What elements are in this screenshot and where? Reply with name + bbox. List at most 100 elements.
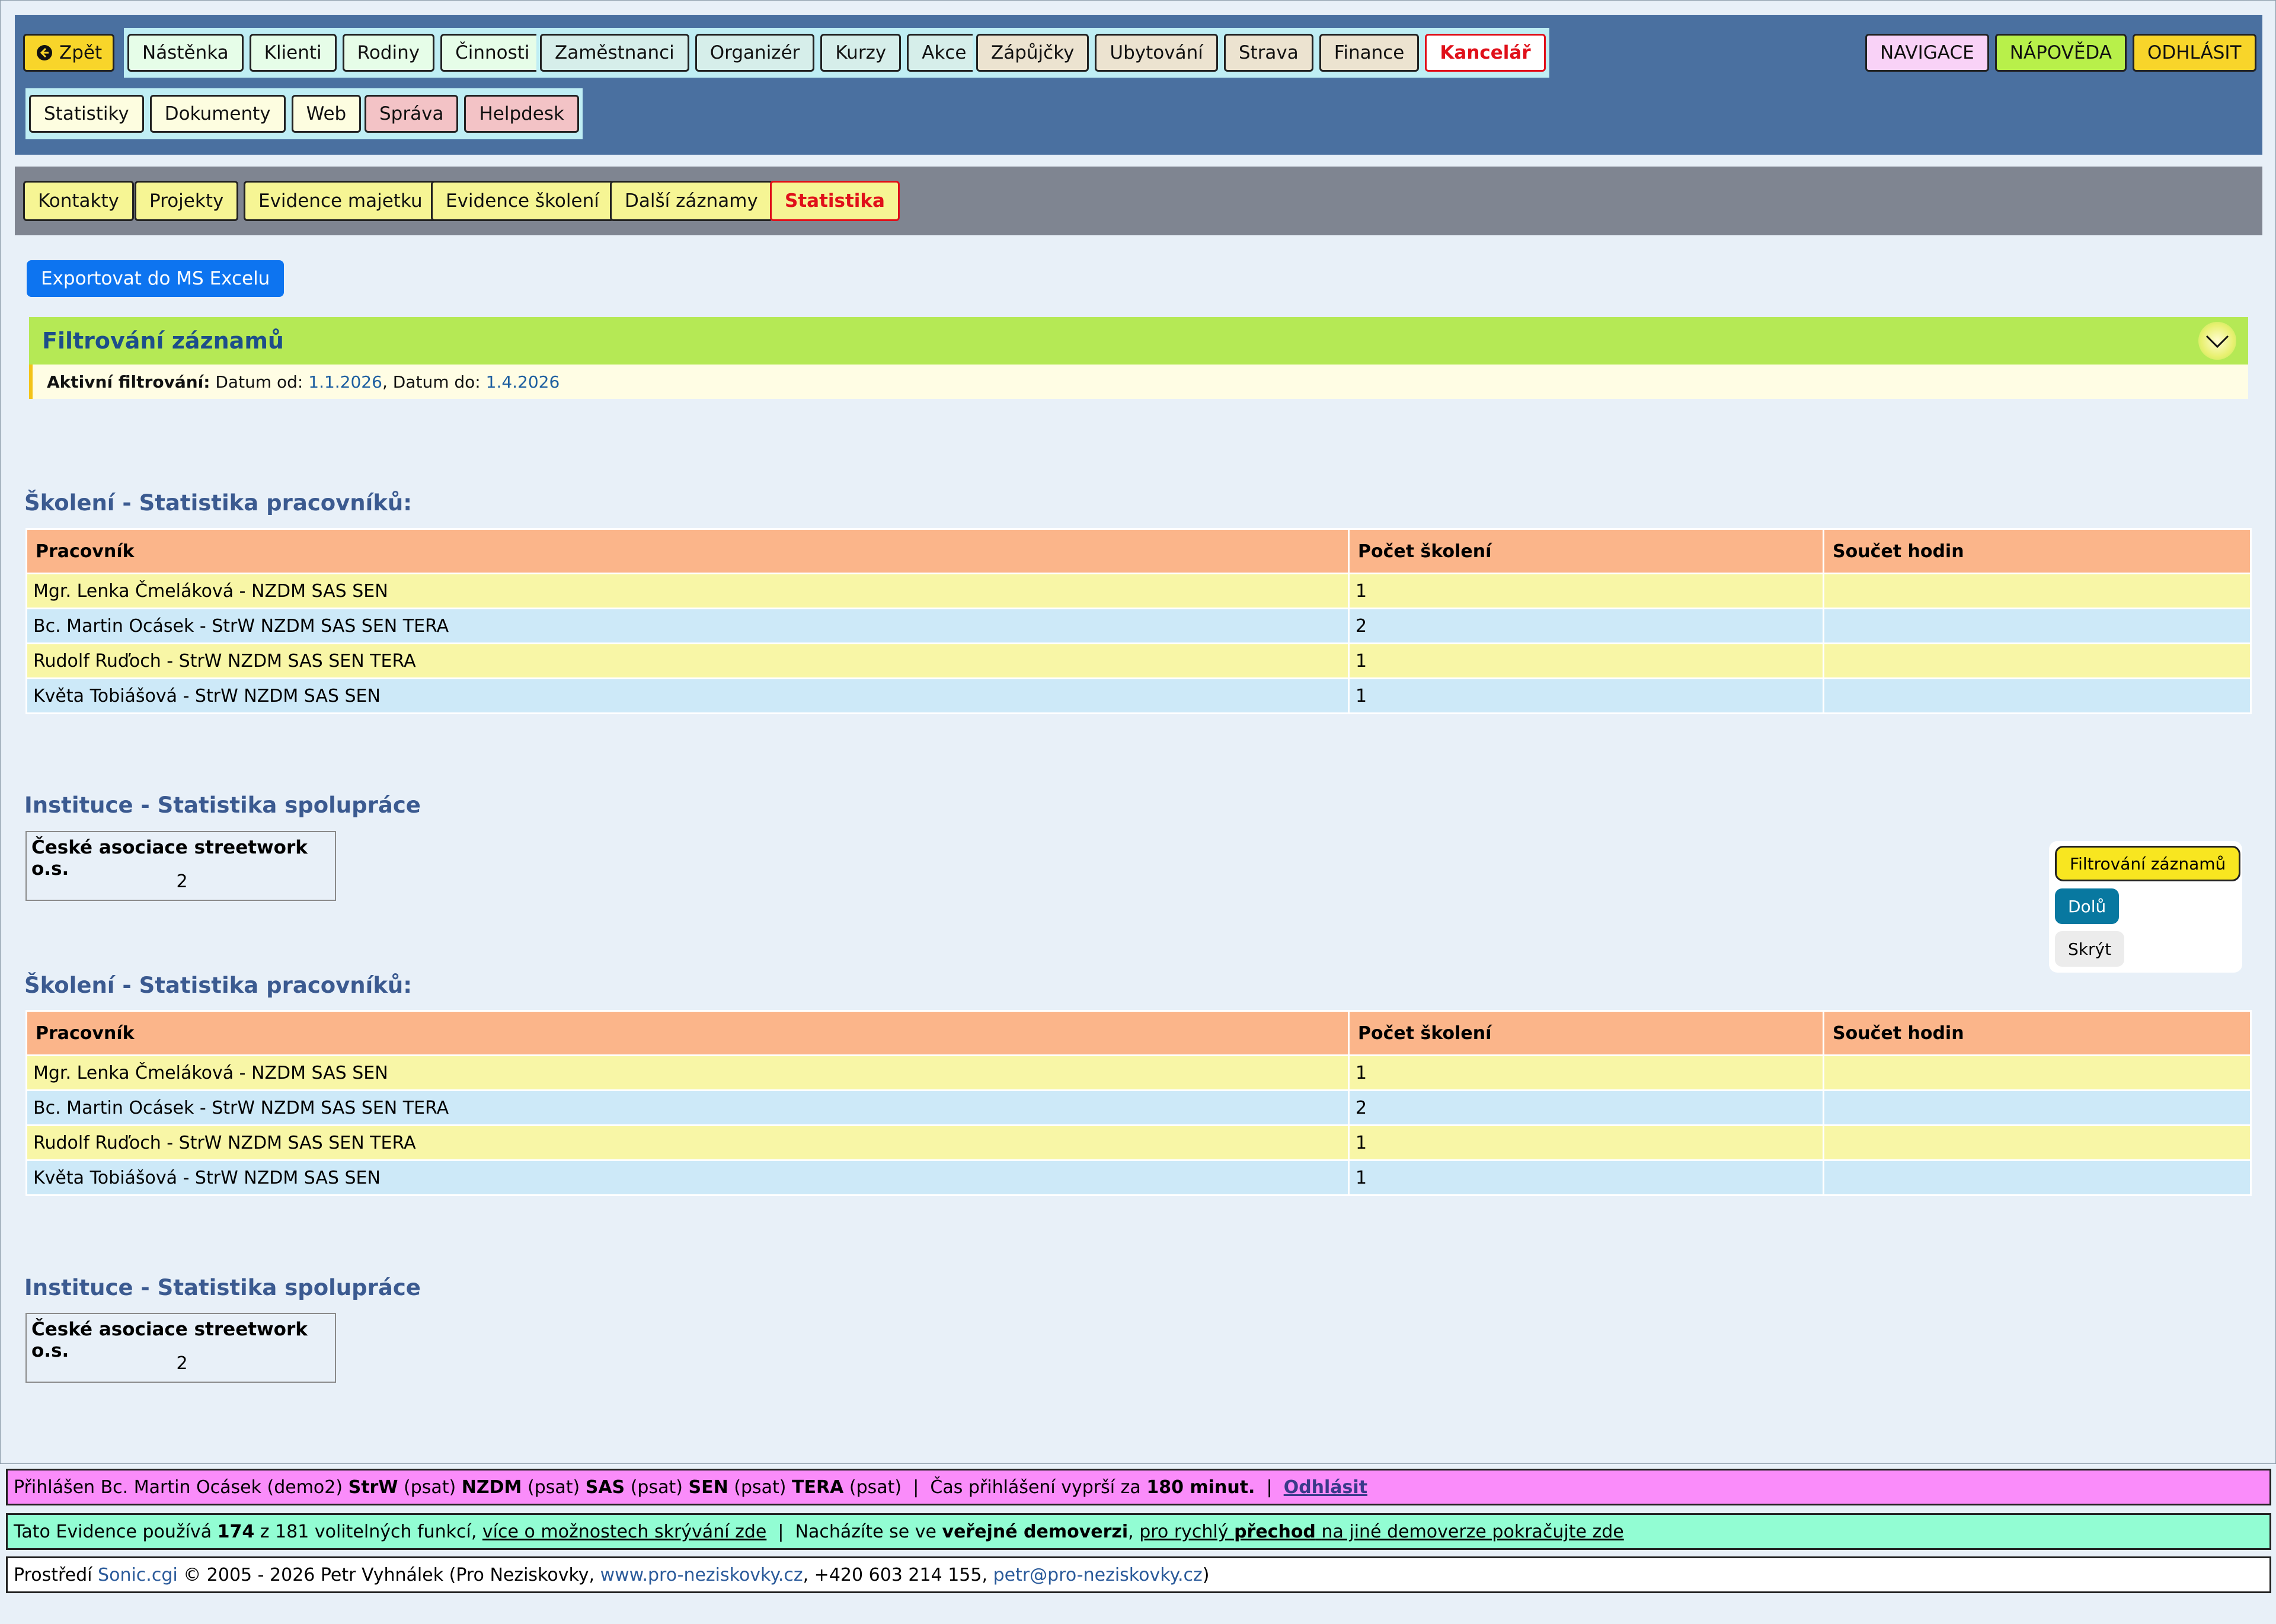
nav-item-kurzy[interactable]: Kurzy: [820, 34, 902, 72]
session-expire-value: 180 minut.: [1146, 1476, 1255, 1498]
separator: ,: [382, 372, 388, 392]
demo-link-text: pro rychlý: [1139, 1521, 1229, 1542]
nav-group-clients: Nástěnka Klienti Rodiny Činnosti: [124, 28, 548, 78]
floating-quick-panel: Filtrování záznamů Dolů Skrýt: [2049, 841, 2242, 973]
table-row: Květa Tobiášová - StrW NZDM SAS SEN 1: [25, 1159, 2252, 1196]
cell-count: 2: [1348, 1089, 1824, 1126]
role-code: SAS: [585, 1476, 625, 1498]
training-stats-table: Pracovník Počet školení Součet hodin Mgr…: [25, 528, 2252, 714]
tab-kontakty[interactable]: Kontakty: [23, 181, 135, 221]
cell-worker: Mgr. Lenka Čmeláková - NZDM SAS SEN: [25, 1054, 1350, 1091]
demo-switch-link[interactable]: pro rychlý přechod na jiné demoverze pok…: [1139, 1521, 1624, 1542]
nav-item-dokumenty[interactable]: Dokumenty: [149, 95, 286, 133]
cell-count: 1: [1348, 677, 1824, 714]
tab-statistika[interactable]: Statistika: [770, 181, 900, 221]
nav-group-office: Zápůjčky Ubytování Strava Finance Kancel…: [973, 28, 1549, 78]
nav-item-rodiny[interactable]: Rodiny: [342, 34, 435, 72]
separator: |: [1266, 1476, 1273, 1498]
nav-group-admin: Správa Helpdesk: [361, 88, 583, 139]
logout-top-button[interactable]: ODHLÁSIT: [2132, 34, 2256, 72]
nav-item-nastenka[interactable]: Nástěnka: [127, 34, 244, 72]
cell-worker: Květa Tobiášová - StrW NZDM SAS SEN: [25, 677, 1350, 714]
back-button[interactable]: Zpět: [23, 34, 115, 72]
cell-count: 1: [1348, 1054, 1824, 1091]
tab-dalsi-zaznamy[interactable]: Další záznamy: [610, 181, 773, 221]
role-note: (psat): [630, 1476, 683, 1498]
export-excel-button[interactable]: Exportovat do MS Excelu: [27, 260, 284, 297]
app-link[interactable]: Sonic.cgi: [98, 1565, 178, 1585]
column-header: Pracovník: [25, 1010, 1350, 1056]
date-from-label: Datum od:: [215, 372, 303, 392]
session-expire-label: Čas přihlášení vyprší za: [930, 1476, 1141, 1498]
cell-hours: [1823, 642, 2252, 679]
nav-item-statistiky[interactable]: Statistiky: [29, 95, 144, 133]
filter-toggle[interactable]: [2198, 322, 2236, 360]
role-code: NZDM: [461, 1476, 522, 1498]
scroll-down-button[interactable]: Dolů: [2055, 888, 2120, 924]
date-to-label: Datum do:: [392, 372, 481, 392]
cell-count: 1: [1348, 1124, 1824, 1161]
features-info-bar: Tato Evidence používá 174 z 181 voliteln…: [6, 1513, 2271, 1550]
nav-item-sprava[interactable]: Správa: [365, 95, 459, 133]
hide-panel-button[interactable]: Skrýt: [2055, 931, 2125, 967]
tab-projekty[interactable]: Projekty: [135, 181, 239, 221]
cell-worker: Bc. Martin Ocásek - StrW NZDM SAS SEN TE…: [25, 608, 1350, 644]
nav-item-zapujcky[interactable]: Zápůjčky: [976, 34, 1089, 72]
features-link[interactable]: více o možnostech skrývání zde: [482, 1521, 766, 1542]
nav-item-kancelar[interactable]: Kancelář: [1425, 34, 1546, 72]
separator: |: [913, 1476, 919, 1498]
tab-evidence-majetku[interactable]: Evidence majetku: [244, 181, 437, 221]
nav-item-finance[interactable]: Finance: [1319, 34, 1420, 72]
cell-worker: Mgr. Lenka Čmeláková - NZDM SAS SEN: [25, 573, 1350, 609]
role-note: (psat): [527, 1476, 580, 1498]
nav-item-helpdesk[interactable]: Helpdesk: [464, 95, 579, 133]
nav-group-staff: Zaměstnanci Organizér Kurzy Akce: [536, 28, 985, 78]
role-note: (psat): [734, 1476, 787, 1498]
website-link[interactable]: www.pro-neziskovky.cz: [600, 1565, 803, 1585]
column-header: Pracovník: [25, 528, 1350, 574]
page: Zpět Nástěnka Klienti Rodiny Činnosti Za…: [0, 0, 2276, 1464]
filter-panel-header[interactable]: Filtrování záznamů: [29, 317, 2248, 365]
cell-worker: Rudolf Ruďoch - StrW NZDM SAS SEN TERA: [25, 1124, 1350, 1161]
help-button[interactable]: NÁPOVĚDA: [1994, 34, 2127, 72]
nav-item-zamestnanci[interactable]: Zaměstnanci: [540, 34, 689, 72]
logout-link[interactable]: Odhlásit: [1284, 1477, 1367, 1498]
active-filter-summary: Aktivní filtrování: Datum od: 1.1.2026, …: [29, 365, 2248, 399]
credits-phone: , +420 603 214 155,: [803, 1564, 988, 1585]
tab-evidence-skoleni[interactable]: Evidence školení: [431, 181, 614, 221]
cell-hours: [1823, 1124, 2252, 1161]
nav-item-ubytovani[interactable]: Ubytování: [1095, 34, 1218, 72]
nav-item-cinnosti[interactable]: Činnosti: [440, 34, 545, 72]
nav-item-akce[interactable]: Akce: [907, 34, 982, 72]
nav-item-web[interactable]: Web: [291, 95, 362, 133]
table-header-row: Pracovník Počet školení Součet hodin: [25, 1010, 2252, 1056]
nav-item-organizer[interactable]: Organizér: [695, 34, 815, 72]
nav-item-strava[interactable]: Strava: [1223, 34, 1313, 72]
training-stats-title: Školení - Statistika pracovníků:: [24, 490, 413, 516]
navigation-button[interactable]: NAVIGACE: [1865, 34, 1989, 72]
nav-item-klienti[interactable]: Klienti: [249, 34, 337, 72]
cell-worker: Květa Tobiášová - StrW NZDM SAS SEN: [25, 1159, 1350, 1196]
filter-panel-title: Filtrování záznamů: [42, 328, 284, 354]
cell-hours: [1823, 1089, 2252, 1126]
float-filter-button[interactable]: Filtrování záznamů: [2055, 846, 2241, 881]
cell-hours: [1823, 1159, 2252, 1196]
credits-bar: Prostředí Sonic.cgi © 2005 - 2026 Petr V…: [6, 1556, 2271, 1593]
email-link[interactable]: petr@pro-neziskovky.cz: [993, 1565, 1203, 1585]
institution-stats-title: Instituce - Statistika spolupráce: [24, 1275, 421, 1300]
cell-hours: [1823, 608, 2252, 644]
table-row: Mgr. Lenka Čmeláková - NZDM SAS SEN 1: [25, 1054, 2252, 1091]
demo-link-bold: přechod: [1234, 1521, 1316, 1542]
cell-hours: [1823, 677, 2252, 714]
date-to-value: 1.4.2026: [485, 372, 560, 392]
table-row: Bc. Martin Ocásek - StrW NZDM SAS SEN TE…: [25, 1089, 2252, 1126]
institution-card: České asociace streetwork o.s. 2: [25, 1313, 336, 1383]
nav-group-right: NAVIGACE NÁPOVĚDA ODHLÁSIT: [1865, 28, 2256, 78]
cell-hours: [1823, 573, 2252, 609]
role-code: StrW: [348, 1476, 398, 1498]
table-row: Bc. Martin Ocásek - StrW NZDM SAS SEN TE…: [25, 608, 2252, 644]
training-stats-table: Pracovník Počet školení Součet hodin Mgr…: [25, 1010, 2252, 1196]
column-header: Součet hodin: [1823, 528, 2252, 574]
sub-navigation: Kontakty Projekty Evidence majetku Evide…: [15, 167, 2262, 235]
institution-card: České asociace streetwork o.s. 2: [25, 831, 336, 901]
